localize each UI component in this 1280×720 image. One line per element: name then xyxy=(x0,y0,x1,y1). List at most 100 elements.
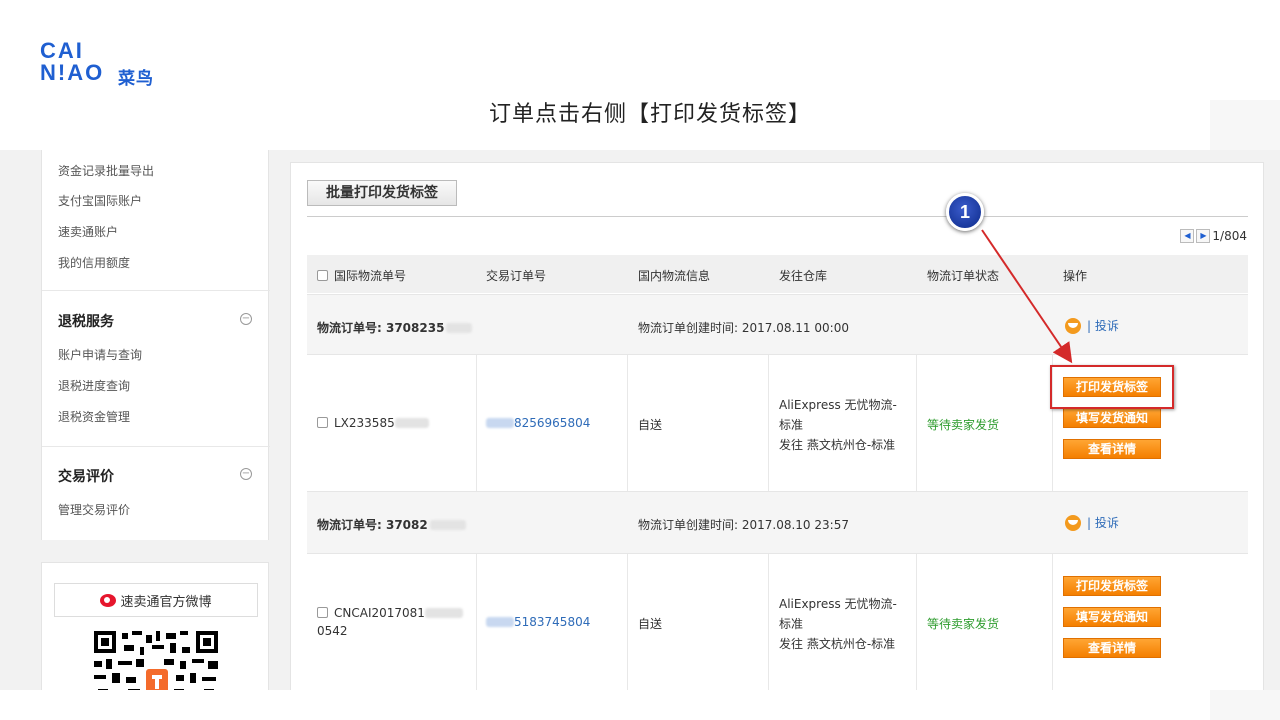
column-divider xyxy=(768,554,769,690)
prev-page-button[interactable]: ◀ xyxy=(1180,229,1195,243)
column-divider xyxy=(627,355,628,491)
tracking-number: LX233585 xyxy=(317,416,429,430)
domestic-logistics: 自送 xyxy=(638,418,663,432)
column-header: 操作 xyxy=(1063,269,1088,283)
wangwang-chat-icon[interactable] xyxy=(1065,515,1081,531)
column-header: 发往仓库 xyxy=(779,269,828,283)
wangwang-chat-icon[interactable] xyxy=(1065,318,1081,334)
trade-order-number-text[interactable]: 5183745804 xyxy=(514,615,590,629)
qr-code-image xyxy=(94,631,218,690)
slide: CAI N!AO 菜鸟 订单点击右侧【打印发货标签】 资金记录批量导出 支付宝国… xyxy=(0,0,1280,720)
logistics-order-number: 物流订单号: 37082 xyxy=(317,516,466,533)
sidebar-item-fund-export[interactable]: 资金记录批量导出 xyxy=(58,162,154,179)
tracking-number-text: CNCAI2017081 xyxy=(334,606,425,620)
sidebar-divider xyxy=(42,290,270,291)
logistics-order-number-text: 物流订单号: 37082 xyxy=(317,518,428,532)
view-details-button[interactable]: 查看详情 xyxy=(1063,638,1161,658)
tracking-number-text: LX233585 xyxy=(334,416,395,430)
batch-print-label-button[interactable]: 批量打印发货标签 xyxy=(307,180,457,206)
order-group-row: 物流订单号: 37082 物流订单创建时间: 2017.08.10 23:57 … xyxy=(307,491,1248,553)
collapse-icon[interactable]: − xyxy=(240,468,252,480)
column-divider xyxy=(476,554,477,690)
column-header: 国际物流单号 xyxy=(334,269,407,283)
collapse-icon[interactable]: − xyxy=(240,313,252,325)
column-divider xyxy=(916,554,917,690)
sidebar: 资金记录批量导出 支付宝国际账户 速卖通账户 我的信用额度 退税服务 − 账户申… xyxy=(41,150,270,540)
column-divider xyxy=(1052,554,1053,690)
next-page-button[interactable]: ▶ xyxy=(1196,229,1211,243)
order-group-row: 物流订单号: 3708235 物流订单创建时间: 2017.08.11 00:0… xyxy=(307,294,1248,354)
order-status: 等待卖家发货 xyxy=(927,617,1000,631)
fill-shipping-notice-button[interactable]: 填写发货通知 xyxy=(1063,607,1161,627)
order-created-time: 物流订单创建时间: 2017.08.11 00:00 xyxy=(638,321,849,335)
warehouse-line: AliExpress 无忧物流- xyxy=(779,398,897,412)
print-shipping-label-button[interactable]: 打印发货标签 xyxy=(1063,576,1161,596)
order-status: 等待卖家发货 xyxy=(927,418,1000,432)
warehouse-line: AliExpress 无忧物流- xyxy=(779,597,897,611)
sidebar-item-refund-funds[interactable]: 退税资金管理 xyxy=(58,408,130,425)
select-all-checkbox[interactable] xyxy=(317,270,328,281)
cainiao-logo: CAI N!AO 菜鸟 xyxy=(40,38,160,90)
sidebar-section-reviews: 交易评价 xyxy=(58,469,114,485)
weibo-button[interactable]: 速卖通官方微博 xyxy=(54,583,258,617)
sidebar-item-manage-reviews[interactable]: 管理交易评价 xyxy=(58,501,130,518)
step-marker: 1 xyxy=(946,193,984,231)
column-header: 国内物流信息 xyxy=(638,269,711,283)
warehouse-line: 标准 xyxy=(779,418,804,432)
screenshot-area: 资金记录批量导出 支付宝国际账户 速卖通账户 我的信用额度 退税服务 − 账户申… xyxy=(0,150,1280,690)
row-checkbox[interactable] xyxy=(317,417,328,428)
order-detail-row: CNCAI2017081 0542 5183745804 自送 AliExpre… xyxy=(307,553,1248,690)
warehouse-info: AliExpress 无忧物流- 标准 发往 燕文杭州仓-标准 xyxy=(779,594,897,654)
warehouse-line: 标准 xyxy=(779,617,804,631)
redacted-text xyxy=(486,617,514,627)
warehouse-line: 发往 燕文杭州仓-标准 xyxy=(779,637,896,651)
logistics-order-number: 物流订单号: 3708235 xyxy=(317,319,473,336)
highlight-box xyxy=(1050,365,1174,409)
column-divider xyxy=(627,554,628,690)
slide-title: 订单点击右侧【打印发货标签】 xyxy=(488,102,811,127)
main-panel: 批量打印发货标签 ◀ ▶ 1/804 国际物流单号 交易订单号 国内物流信息 发… xyxy=(290,162,1264,690)
column-divider xyxy=(476,355,477,491)
domestic-logistics: 自送 xyxy=(638,617,663,631)
weibo-label: 速卖通官方微博 xyxy=(120,594,212,610)
order-created-time: 物流订单创建时间: 2017.08.10 23:57 xyxy=(638,518,849,532)
view-details-button[interactable]: 查看详情 xyxy=(1063,439,1161,459)
trade-order-number[interactable]: 5183745804 xyxy=(486,615,590,629)
sidebar-item-credit-limit[interactable]: 我的信用额度 xyxy=(58,254,130,271)
logistics-order-number-text: 物流订单号: 3708235 xyxy=(317,321,445,335)
logo-line1: CAI xyxy=(40,38,84,63)
complaint-link[interactable]: | 投诉 xyxy=(1087,516,1119,530)
sidebar-section-tax-refund: 退税服务 xyxy=(58,314,114,330)
complaint-area: | 投诉 xyxy=(1065,317,1119,334)
redacted-text xyxy=(424,608,463,618)
sidebar-item-aliexpress-account[interactable]: 速卖通账户 xyxy=(58,223,118,240)
table-header: 国际物流单号 交易订单号 国内物流信息 发往仓库 物流订单状态 操作 xyxy=(307,255,1248,293)
divider xyxy=(307,216,1248,217)
warehouse-info: AliExpress 无忧物流- 标准 发往 燕文杭州仓-标准 xyxy=(779,395,897,455)
redacted-text xyxy=(429,520,466,530)
column-header: 物流订单状态 xyxy=(927,269,1000,283)
complaint-link[interactable]: | 投诉 xyxy=(1087,319,1119,333)
select-all-header: 国际物流单号 xyxy=(317,267,406,284)
tracking-number: CNCAI2017081 0542 xyxy=(317,604,463,640)
trade-order-number-text[interactable]: 8256965804 xyxy=(514,416,590,430)
column-divider xyxy=(768,355,769,491)
redacted-text xyxy=(486,418,514,428)
weibo-icon xyxy=(100,593,117,607)
redacted-text xyxy=(394,418,429,428)
sidebar-item-account-apply[interactable]: 账户申请与查询 xyxy=(58,346,142,363)
row-checkbox[interactable] xyxy=(317,607,328,618)
complaint-area: | 投诉 xyxy=(1065,514,1119,531)
column-divider xyxy=(916,355,917,491)
sidebar-item-refund-progress[interactable]: 退税进度查询 xyxy=(58,377,130,394)
logo-line2: N!AO xyxy=(40,60,105,85)
page-indicator: 1/804 xyxy=(1212,229,1247,243)
order-detail-row: LX233585 8256965804 自送 AliExpress 无忧物流- … xyxy=(307,354,1248,491)
trade-order-number[interactable]: 8256965804 xyxy=(486,416,590,430)
column-header: 交易订单号 xyxy=(486,269,547,283)
sidebar-divider xyxy=(42,446,270,447)
sidebar-item-alipay-account[interactable]: 支付宝国际账户 xyxy=(58,192,142,209)
fill-shipping-notice-button[interactable]: 填写发货通知 xyxy=(1063,408,1161,428)
redacted-text xyxy=(446,323,473,333)
pagination: ◀ ▶ 1/804 xyxy=(1180,229,1247,243)
